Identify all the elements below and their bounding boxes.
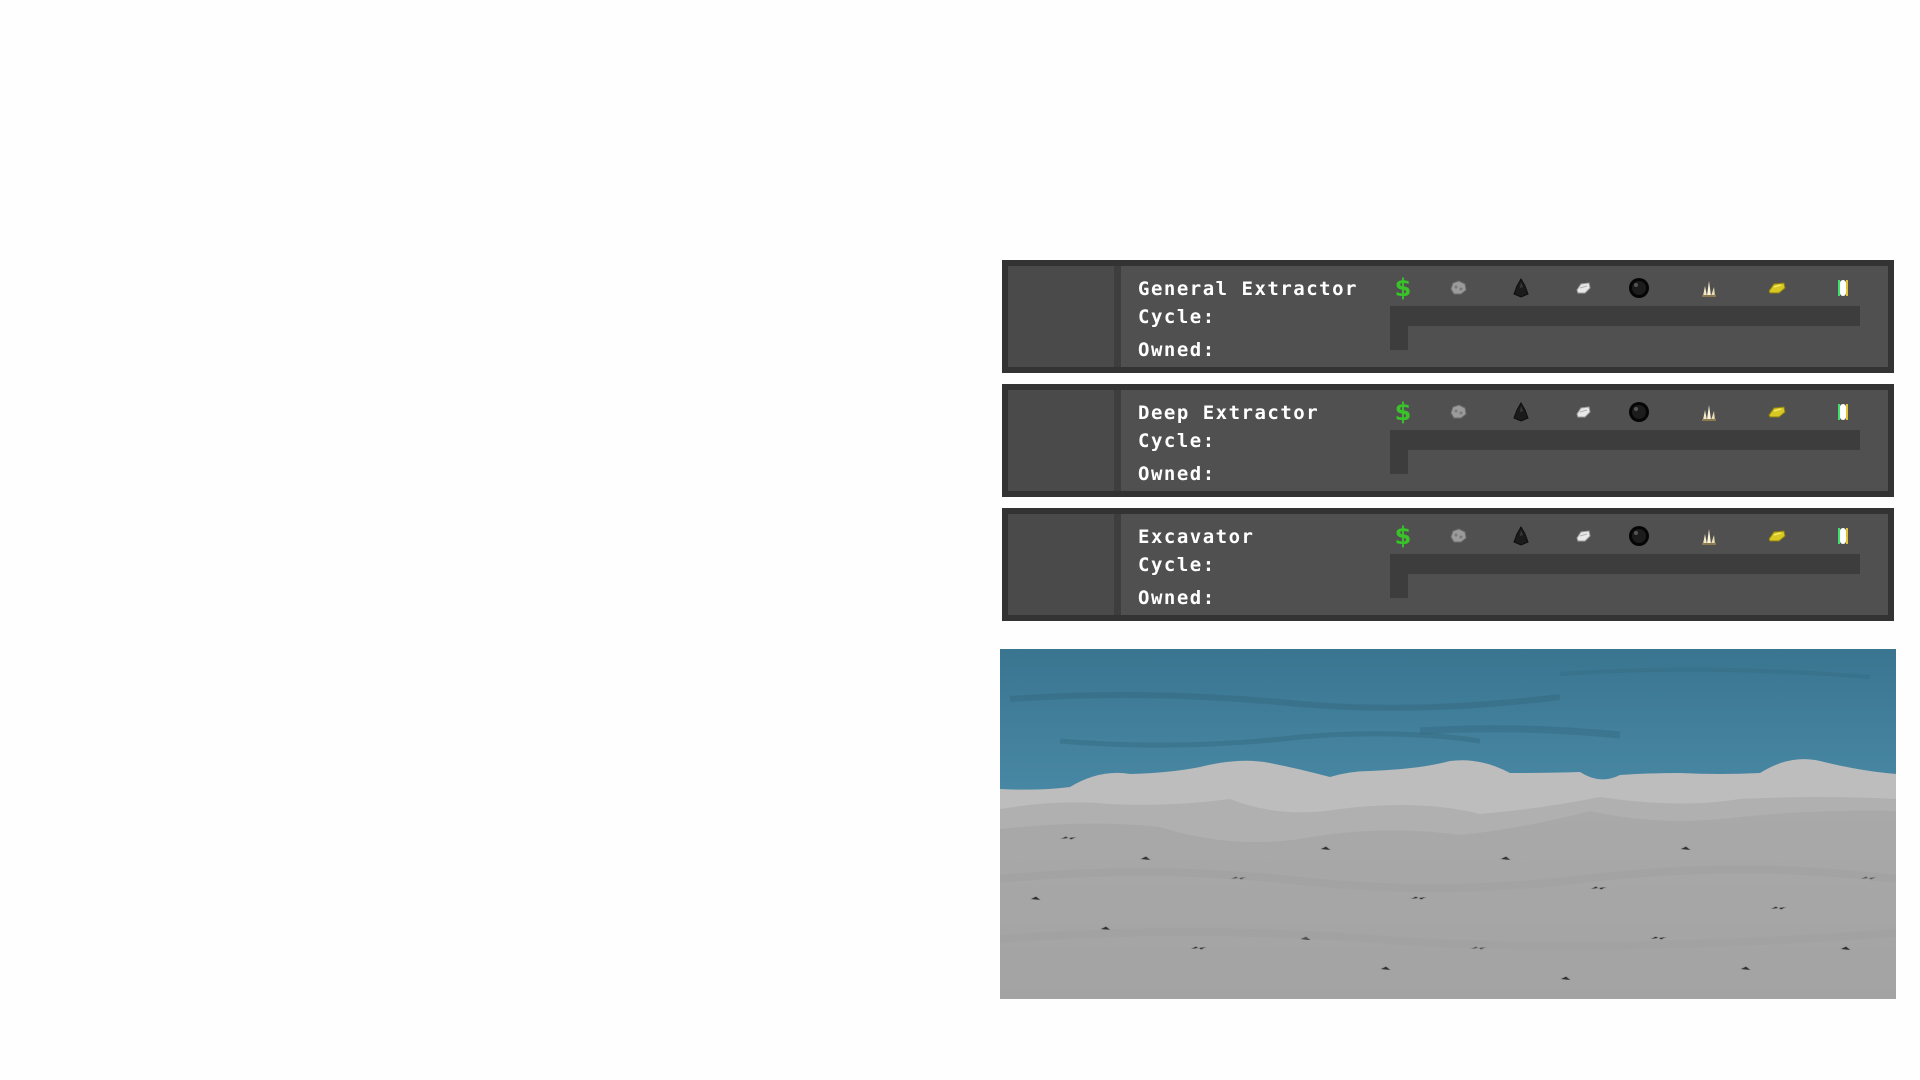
iron-ore-icon — [1570, 398, 1596, 426]
stone-icon — [1445, 398, 1471, 426]
resource-icon-row: $ — [1390, 398, 1870, 426]
stone-icon — [1445, 522, 1471, 550]
extractor-panel-deep: Deep Extractor Cycle: Owned: $ — [1002, 384, 1894, 497]
extractor-panel-excavator: Excavator Cycle: Owned: $ — [1002, 508, 1894, 621]
iron-ore-icon — [1570, 274, 1596, 302]
iron-ore-icon — [1570, 522, 1596, 550]
landscape-scene — [1000, 649, 1896, 999]
dark-orb-icon — [1626, 522, 1652, 550]
ground — [1000, 810, 1896, 999]
extractor-panel-general: General Extractor Cycle: Owned: $ — [1002, 260, 1894, 373]
cycle-progress-bar[interactable] — [1390, 306, 1860, 326]
quartz-crystal-icon — [1696, 522, 1722, 550]
cycle-progress-bar[interactable] — [1390, 554, 1860, 574]
extractor-panel-body: Deep Extractor Cycle: Owned: $ — [1008, 390, 1888, 491]
gem-crystal-icon — [1830, 274, 1856, 302]
gold-ore-icon — [1764, 522, 1790, 550]
cycle-label: Cycle: — [1138, 306, 1216, 328]
quartz-crystal-icon — [1696, 398, 1722, 426]
cycle-label: Cycle: — [1138, 430, 1216, 452]
coal-icon — [1508, 398, 1534, 426]
gold-ore-icon — [1764, 398, 1790, 426]
owned-count-bar — [1390, 450, 1408, 474]
extractor-name: Deep Extractor — [1138, 402, 1320, 424]
owned-label: Owned: — [1138, 587, 1216, 609]
extractor-name: General Extractor — [1138, 278, 1358, 300]
owned-count-bar — [1390, 326, 1408, 350]
owned-label: Owned: — [1138, 339, 1216, 361]
money-icon: $ — [1390, 398, 1416, 426]
extractor-panel-body: General Extractor Cycle: Owned: $ — [1008, 266, 1888, 367]
money-icon: $ — [1390, 274, 1416, 302]
coal-icon — [1508, 522, 1534, 550]
extractor-panel-body: Excavator Cycle: Owned: $ — [1008, 514, 1888, 615]
cycle-label: Cycle: — [1138, 554, 1216, 576]
money-glyph: $ — [1394, 522, 1412, 550]
extractor-thumbnail[interactable] — [1008, 390, 1121, 491]
cycle-progress-bar[interactable] — [1390, 430, 1860, 450]
extractor-thumbnail[interactable] — [1008, 266, 1121, 367]
money-glyph: $ — [1394, 274, 1412, 302]
gold-ore-icon — [1764, 274, 1790, 302]
extractor-thumbnail[interactable] — [1008, 514, 1121, 615]
gem-crystal-icon — [1830, 398, 1856, 426]
stone-icon — [1445, 274, 1471, 302]
owned-count-bar — [1390, 574, 1408, 598]
dark-orb-icon — [1626, 398, 1652, 426]
coal-icon — [1508, 274, 1534, 302]
extractor-name: Excavator — [1138, 526, 1255, 548]
resource-icon-row: $ — [1390, 274, 1870, 302]
money-glyph: $ — [1394, 398, 1412, 426]
landscape-illustration — [1000, 649, 1896, 999]
resource-icon-row: $ — [1390, 522, 1870, 550]
quartz-crystal-icon — [1696, 274, 1722, 302]
dark-orb-icon — [1626, 274, 1652, 302]
gem-crystal-icon — [1830, 522, 1856, 550]
money-icon: $ — [1390, 522, 1416, 550]
owned-label: Owned: — [1138, 463, 1216, 485]
